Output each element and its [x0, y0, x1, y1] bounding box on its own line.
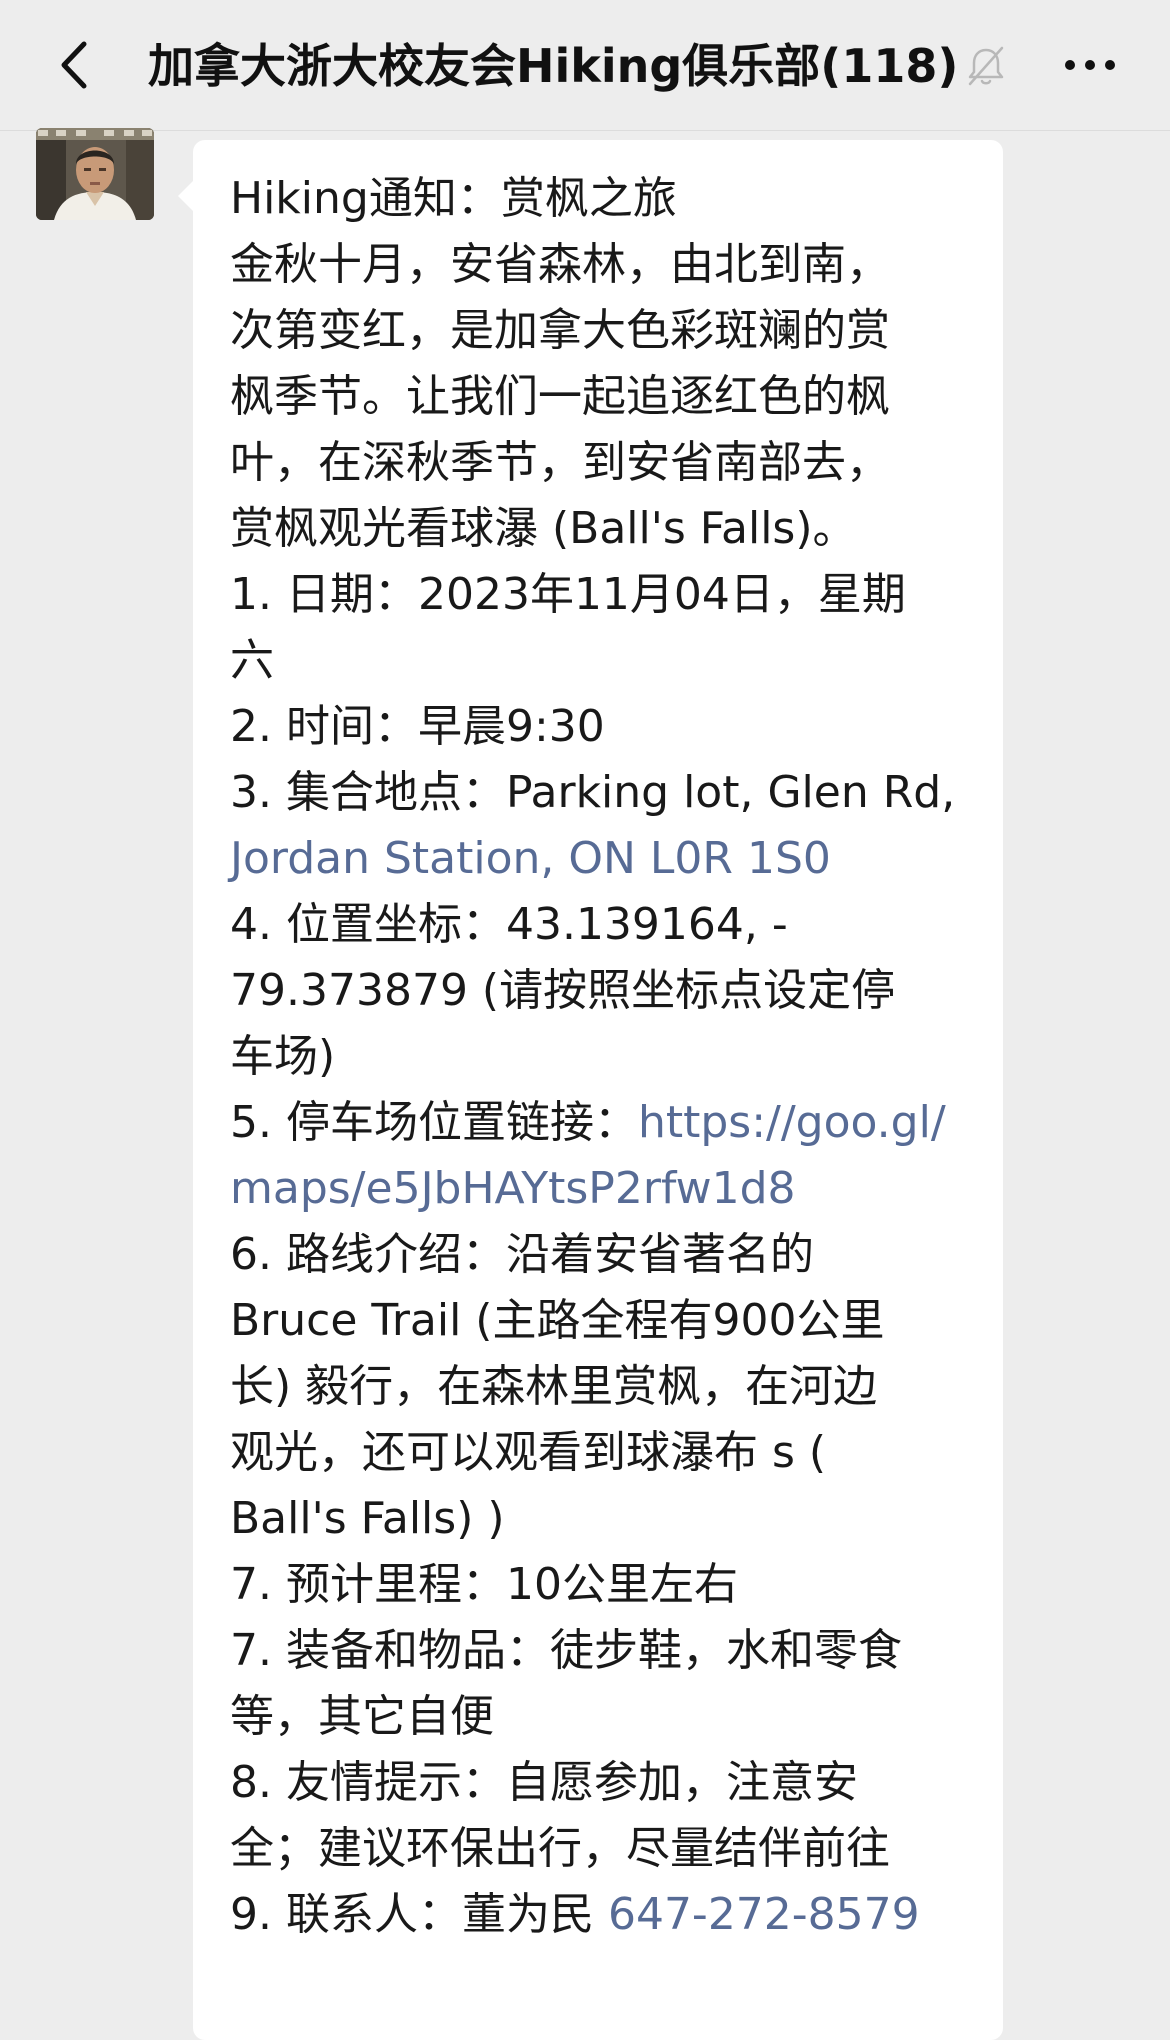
message-line: 观光，还可以观看到球瀑布 s ( — [230, 1427, 827, 1478]
map-link[interactable]: https://goo.gl/ — [638, 1097, 946, 1148]
parking-link-label: 5. 停车场位置链接： — [230, 1097, 638, 1148]
message-line: 六 — [230, 635, 274, 686]
avatar[interactable] — [36, 128, 154, 220]
message-line: 叶，在深秋季节，到安省南部去， — [230, 437, 890, 488]
message-line: 4. 位置坐标：43.139164, - — [230, 899, 788, 950]
parking-link-line: 5. 停车场位置链接：https://goo.gl/ — [230, 1090, 970, 1156]
chat-title: 加拿大浙大校友会Hiking俱乐部(118) — [148, 39, 959, 93]
message-line: 79.373879 (请按照坐标点设定停 — [230, 965, 896, 1016]
bubble-tail — [178, 180, 194, 212]
message-line: 车场) — [230, 1031, 336, 1082]
chevron-left-icon[interactable] — [42, 30, 112, 100]
map-link-continued[interactable]: maps/e5JbHAYtsP2rfw1d8 — [230, 1156, 970, 1222]
message-line: 次第变红，是加拿大色彩斑斓的赏 — [230, 305, 890, 356]
message-line: 7. 装备和物品：徒步鞋，水和零食 — [230, 1625, 902, 1676]
message-text: Hiking通知：赏枫之旅 金秋十月，安省森林，由北到南， 次第变红，是加拿大色… — [230, 166, 970, 1948]
address-link[interactable]: Jordan Station, ON L0R 1S0 — [230, 826, 970, 892]
contact-label: 9. 联系人：董为民 — [230, 1889, 608, 1940]
bell-off-icon — [968, 46, 1004, 86]
message-line: Ball's Falls) ) — [230, 1493, 505, 1544]
message-line: 长) 毅行，在森林里赏枫，在河边 — [230, 1361, 878, 1412]
message-line: 枫季节。让我们一起追逐红色的枫 — [230, 371, 890, 422]
meeting-place-line: 3. 集合地点：Parking lot, Glen Rd, — [230, 767, 956, 818]
nav-bar: 加拿大浙大校友会Hiking俱乐部(118) — [0, 0, 1170, 131]
contact-line: 9. 联系人：董为民 647-272-8579 — [230, 1882, 970, 1948]
ellipsis-icon[interactable] — [1058, 40, 1122, 90]
message-line: Hiking通知：赏枫之旅 — [230, 173, 677, 224]
message-line: 8. 友情提示：自愿参加，注意安 — [230, 1757, 858, 1808]
message-line: 等，其它自便 — [230, 1691, 494, 1742]
message-line: 金秋十月，安省森林，由北到南， — [230, 239, 890, 290]
phone-link[interactable]: 647-272-8579 — [608, 1889, 920, 1940]
message-line: 全；建议环保出行，尽量结伴前往 — [230, 1823, 890, 1874]
message-line: 7. 预计里程：10公里左右 — [230, 1559, 738, 1610]
message-line: 1. 日期：2023年11月04日，星期 — [230, 569, 906, 620]
message-line: Bruce Trail (主路全程有900公里 — [230, 1295, 885, 1346]
message-line: 赏枫观光看球瀑 (Ball's Falls)。 — [230, 503, 857, 554]
avatar-photo — [36, 128, 154, 220]
message-line: 2. 时间：早晨9:30 — [230, 701, 605, 752]
message-line: 6. 路线介绍：沿着安省著名的 — [230, 1229, 814, 1280]
